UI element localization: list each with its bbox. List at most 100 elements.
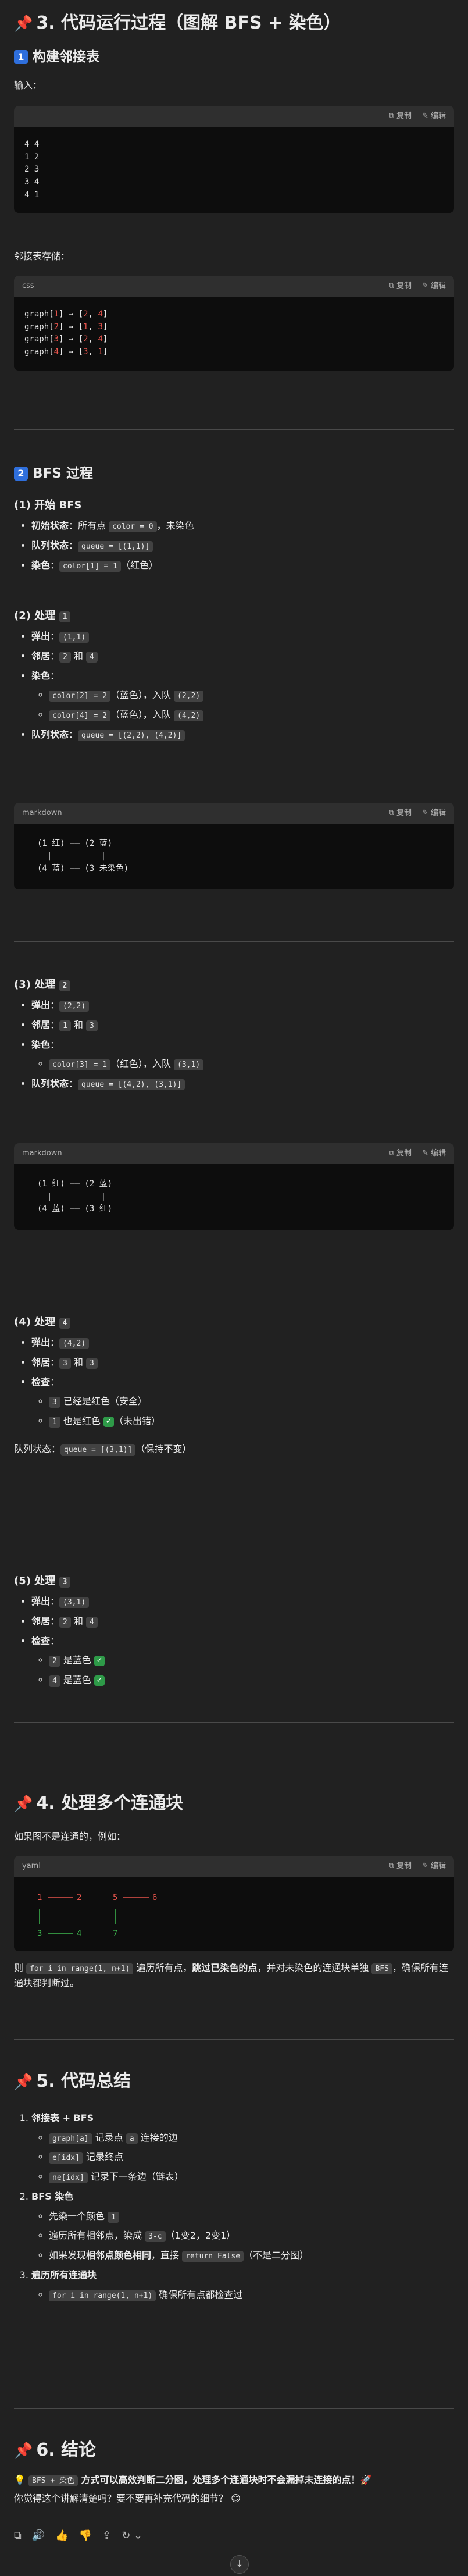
- section-title: 📌 5. 代码总结: [14, 2071, 131, 2091]
- list-item: 检查： 2 是蓝色 ✓ 4 是蓝色 ✓: [31, 1634, 454, 1688]
- code-block-input: ⧉ 复制 ✎ 编辑 4 4 1 2 2 3 3 4 4 1: [14, 106, 454, 214]
- check-mark-icon: ✓: [94, 1656, 105, 1667]
- code-language-label: markdown: [22, 808, 62, 817]
- list-item: 邻居：2 和 4: [31, 649, 454, 664]
- node-2: 2: [77, 1893, 81, 1902]
- section-title: 📌 4. 处理多个连通块: [14, 1793, 184, 1813]
- code-block-diagram-2: markdown ⧉ 复制 ✎ 编辑 (1 红) —— (2 蓝) | | (4…: [14, 1143, 454, 1230]
- list-item: 邻居：1 和 3: [31, 1017, 454, 1033]
- thumbs-down-icon[interactable]: 👎: [79, 2528, 92, 2545]
- code-block-diagram-1: markdown ⧉ 复制 ✎ 编辑 (1 红) —— (2 蓝) | | (4…: [14, 803, 454, 890]
- edit-button[interactable]: ✎ 编辑: [422, 807, 446, 820]
- list-item: color[4] = 2（蓝色），入队 (4,2): [49, 707, 454, 723]
- arrow-down-icon[interactable]: ↓: [230, 2555, 249, 2574]
- list-item: 弹出：(2,2): [31, 998, 454, 1013]
- conclusion: 💡 BFS + 染色 方式可以高效判断二分图，处理多个连通块时不会漏掉未连接的点…: [14, 2474, 372, 2504]
- subsection-build: 1 构建邻接表: [14, 49, 454, 66]
- intro-text: 如果图不是连通的，例如：: [14, 1831, 126, 1842]
- code-block-components: yaml ⧉ 复制 ✎ 编辑 1 2 5 6 3 4 7: [14, 1856, 454, 1951]
- components-explanation: 则 for i in range(1, n+1) 遍历所有点，跳过已染色的点，并…: [14, 1962, 448, 1988]
- list-item: BFS 染色 先染一个颜色 1 遍历所有相邻点，染成 3-c（1变2，2变1） …: [31, 2189, 454, 2263]
- queue-state: 队列状态： queue = [(3,1)] （保持不变）: [14, 1443, 192, 1456]
- node-4: 4: [77, 1929, 81, 1938]
- adjacency-label: 邻接表存储：: [14, 251, 70, 262]
- section-3: 📌 3. 代码运行过程（图解 BFS + 染色）: [14, 12, 454, 34]
- list-item: 染色：color[1] = 1（红色）: [31, 558, 454, 573]
- edit-button[interactable]: ✎ 编辑: [422, 1860, 446, 1873]
- list-item: 队列状态：queue = [(4,2), (3,1)]: [31, 1076, 454, 1091]
- list-item: 遍历所有连通块 for i in range(1, n+1) 确保所有点都检查过: [31, 2268, 454, 2302]
- node-6: 6: [152, 1893, 157, 1902]
- section-title: 📌 3. 代码运行过程（图解 BFS + 染色）: [14, 13, 341, 33]
- edit-button[interactable]: ✎ 编辑: [422, 111, 446, 123]
- divider: [14, 429, 454, 430]
- keycap-number-icon: 1: [14, 50, 28, 64]
- list-item: graph[a] 记录点 a 连接的边: [49, 2130, 454, 2146]
- code-content: 4 4 1 2 2 3 3 4 4 1: [24, 140, 40, 200]
- step-4: (4) 处理 4 弹出：(4,2) 邻居：3 和 3 检查： 3 已经是红色（安…: [14, 1315, 454, 1465]
- code-language-label: css: [22, 281, 34, 290]
- code-block-header: markdown ⧉ 复制 ✎ 编辑: [14, 803, 454, 824]
- list-item: 染色： color[2] = 2（蓝色），入队 (2,2) color[4] =…: [31, 668, 454, 723]
- divider: [14, 1722, 454, 1723]
- list-item: 弹出：(3,1): [31, 1594, 454, 1609]
- code-language-label: yaml: [22, 1861, 41, 1870]
- components-diagram: 1 2 5 6 3 4 7: [37, 1893, 157, 1938]
- copy-button[interactable]: ⧉ 复制: [389, 111, 412, 123]
- keycap-number-icon: 2: [14, 467, 28, 481]
- section-title: 📌 6. 结论: [14, 2440, 97, 2460]
- copy-button[interactable]: ⧉ 复制: [389, 807, 412, 820]
- speaker-icon[interactable]: 🔊: [32, 2528, 45, 2545]
- step-2: (2) 处理 1 弹出：(1,1) 邻居：2 和 4 染色： color[2] …: [14, 609, 454, 747]
- node-3: 3: [37, 1929, 42, 1938]
- list-item: 队列状态：queue = [(1,1)]: [31, 538, 454, 553]
- code-content: (1 红) —— (2 蓝) | | (4 蓝) —— (3 未染色): [37, 839, 129, 874]
- list-item: 邻居：3 和 3: [31, 1355, 454, 1370]
- section-6: 📌 6. 结论: [14, 2439, 454, 2461]
- node-5: 5: [113, 1893, 117, 1902]
- copy-button[interactable]: ⧉ 复制: [389, 1148, 412, 1160]
- rocket-icon: 🚀: [360, 2474, 372, 2485]
- code-block-header: ⧉ 复制 ✎ 编辑: [14, 106, 454, 127]
- list-item: color[2] = 2（蓝色），入队 (2,2): [49, 688, 454, 703]
- pushpin-icon: 📌: [14, 2073, 33, 2091]
- copy-button[interactable]: ⧉ 复制: [389, 280, 412, 293]
- list-item: 弹出：(4,2): [31, 1335, 454, 1350]
- chat-response: 📌 3. 代码运行过程（图解 BFS + 染色） 1 构建邻接表 输入： ⧉ 复制 …: [0, 0, 468, 2576]
- divider: [14, 941, 454, 942]
- input-label: 输入：: [14, 80, 42, 91]
- subsection-title: 2 BFS 过程: [14, 465, 454, 483]
- code-language-label: markdown: [22, 1148, 62, 1158]
- check-mark-icon: ✓: [103, 1417, 115, 1428]
- pushpin-icon: 📌: [14, 15, 33, 33]
- list-item: for i in range(1, n+1) 确保所有点都检查过: [49, 2287, 454, 2303]
- list-item: 弹出：(1,1): [31, 629, 454, 644]
- share-icon[interactable]: ⇪: [102, 2528, 111, 2545]
- section-4: 📌 4. 处理多个连通块: [14, 1792, 454, 1814]
- list-item: 检查： 3 已经是红色（安全） 1 也是红色 ✓（未出错）: [31, 1375, 454, 1429]
- code-block-header: markdown ⧉ 复制 ✎ 编辑: [14, 1143, 454, 1164]
- section-5: 📌 5. 代码总结: [14, 2070, 454, 2093]
- node-1: 1: [37, 1893, 42, 1902]
- copy-button[interactable]: ⧉ 复制: [389, 1860, 412, 1873]
- list-item: 初始状态：所有点 color = 0，未染色: [31, 518, 454, 533]
- thumbs-up-icon[interactable]: 👍: [55, 2528, 68, 2545]
- list-item: 遍历所有相邻点，染成 3-c（1变2，2变1）: [49, 2228, 454, 2243]
- list-item: 队列状态：queue = [(2,2), (4,2)]: [31, 727, 454, 742]
- edit-button[interactable]: ✎ 编辑: [422, 1148, 446, 1160]
- pushpin-icon: 📌: [14, 1795, 33, 1813]
- list-item: 3 已经是红色（安全）: [49, 1394, 454, 1409]
- step-3: (3) 处理 2 弹出：(2,2) 邻居：1 和 3 染色： color[3] …: [14, 977, 454, 1096]
- copy-icon[interactable]: ⧉: [14, 2528, 22, 2545]
- check-mark-icon: ✓: [94, 1675, 105, 1687]
- step-1: (1) 开始 BFS 初始状态：所有点 color = 0，未染色 队列状态：q…: [14, 498, 454, 578]
- list-item: 2 是蓝色 ✓: [49, 1653, 454, 1668]
- list-item: 先染一个颜色 1: [49, 2209, 454, 2224]
- list-item: e[idx] 记录终点: [49, 2150, 454, 2165]
- subsection-title: 1 构建邻接表: [14, 49, 454, 66]
- message-actions: ⧉ 🔊 👍 👎 ⇪ ↻ ⌄: [14, 2528, 142, 2545]
- regenerate-icon[interactable]: ↻ ⌄: [122, 2528, 142, 2545]
- divider: [14, 2039, 454, 2040]
- edit-button[interactable]: ✎ 编辑: [422, 280, 446, 293]
- list-item: 邻接表 + BFS graph[a] 记录点 a 连接的边 e[idx] 记录终…: [31, 2111, 454, 2184]
